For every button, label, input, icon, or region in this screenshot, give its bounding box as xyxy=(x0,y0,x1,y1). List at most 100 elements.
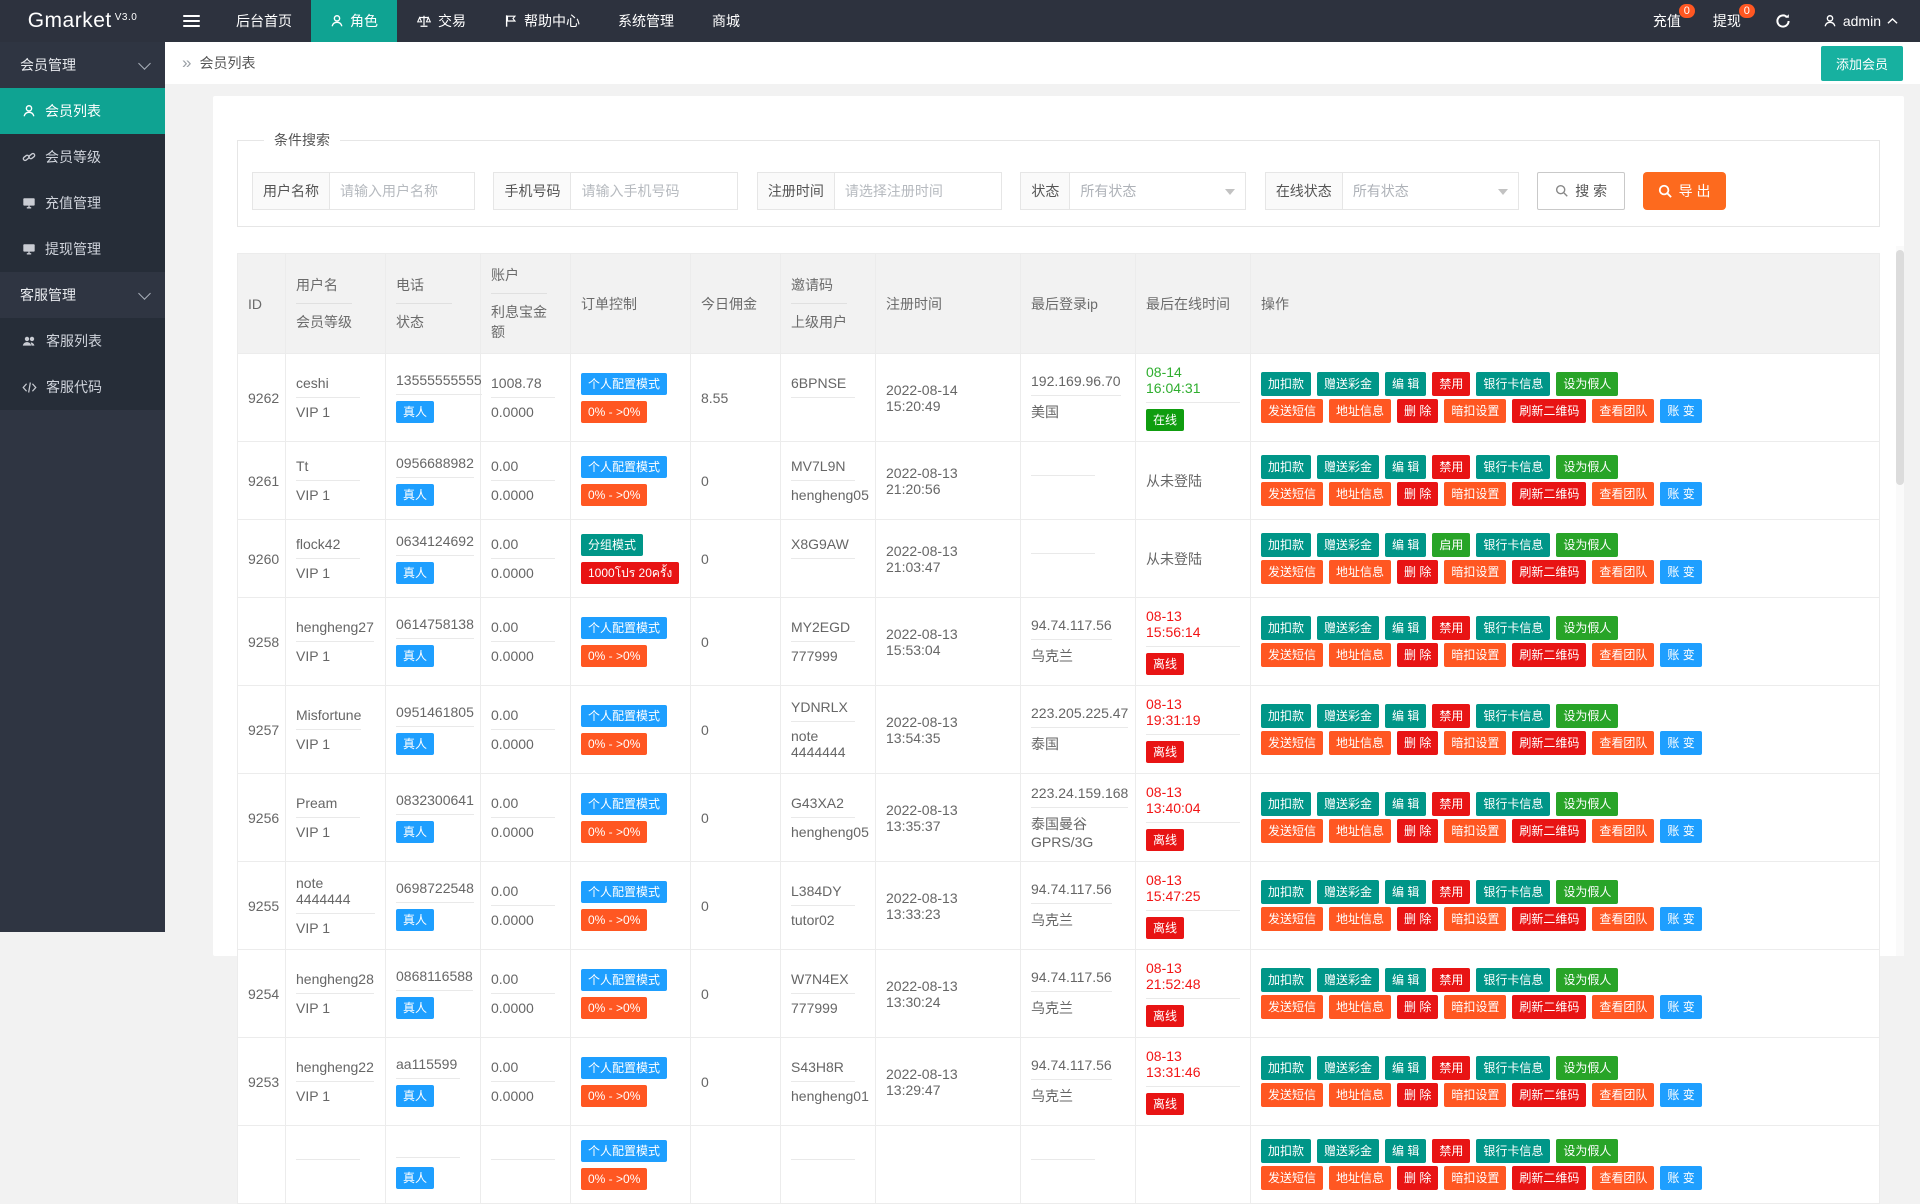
action-delete[interactable]: 删 除 xyxy=(1397,731,1438,755)
action-hidden-deduction[interactable]: 暗扣设置 xyxy=(1444,399,1506,423)
action-set-fake-user[interactable]: 设为假人 xyxy=(1556,533,1618,557)
action-send-sms[interactable]: 发送短信 xyxy=(1261,731,1323,755)
action-gift-bonus[interactable]: 赠送彩金 xyxy=(1317,1056,1379,1080)
action-bank-card-info[interactable]: 银行卡信息 xyxy=(1476,455,1550,479)
action-view-team[interactable]: 查看团队 xyxy=(1592,1083,1654,1107)
action-gift-bonus[interactable]: 赠送彩金 xyxy=(1317,880,1379,904)
nav-item-system[interactable]: 系统管理 xyxy=(599,0,693,42)
action-send-sms[interactable]: 发送短信 xyxy=(1261,819,1323,843)
action-address-info[interactable]: 地址信息 xyxy=(1329,1166,1391,1190)
action-toggle-status[interactable]: 禁用 xyxy=(1432,880,1470,904)
sidebar-item-member-level[interactable]: 会员等级 xyxy=(0,134,165,180)
action-gift-bonus[interactable]: 赠送彩金 xyxy=(1317,1139,1379,1163)
action-bank-card-info[interactable]: 银行卡信息 xyxy=(1476,792,1550,816)
action-delete[interactable]: 删 除 xyxy=(1397,1083,1438,1107)
action-adjust-balance[interactable]: 加扣款 xyxy=(1261,533,1311,557)
action-delete[interactable]: 删 除 xyxy=(1397,482,1438,506)
action-account-change[interactable]: 账 变 xyxy=(1660,482,1701,506)
action-address-info[interactable]: 地址信息 xyxy=(1329,995,1391,1019)
action-account-change[interactable]: 账 变 xyxy=(1660,399,1701,423)
action-hidden-deduction[interactable]: 暗扣设置 xyxy=(1444,995,1506,1019)
action-edit[interactable]: 编 辑 xyxy=(1385,704,1426,728)
online-status-filter-select[interactable]: 所有状态 xyxy=(1343,172,1519,210)
action-refresh-qrcode[interactable]: 刷新二维码 xyxy=(1512,907,1586,931)
action-delete[interactable]: 删 除 xyxy=(1397,907,1438,931)
action-set-fake-user[interactable]: 设为假人 xyxy=(1556,1056,1618,1080)
action-send-sms[interactable]: 发送短信 xyxy=(1261,399,1323,423)
action-edit[interactable]: 编 辑 xyxy=(1385,792,1426,816)
action-edit[interactable]: 编 辑 xyxy=(1385,1139,1426,1163)
action-view-team[interactable]: 查看团队 xyxy=(1592,819,1654,843)
action-view-team[interactable]: 查看团队 xyxy=(1592,1166,1654,1190)
action-set-fake-user[interactable]: 设为假人 xyxy=(1556,968,1618,992)
action-hidden-deduction[interactable]: 暗扣设置 xyxy=(1444,560,1506,584)
action-edit[interactable]: 编 辑 xyxy=(1385,880,1426,904)
action-hidden-deduction[interactable]: 暗扣设置 xyxy=(1444,819,1506,843)
action-adjust-balance[interactable]: 加扣款 xyxy=(1261,968,1311,992)
action-bank-card-info[interactable]: 银行卡信息 xyxy=(1476,533,1550,557)
action-gift-bonus[interactable]: 赠送彩金 xyxy=(1317,792,1379,816)
action-refresh-qrcode[interactable]: 刷新二维码 xyxy=(1512,1166,1586,1190)
action-bank-card-info[interactable]: 银行卡信息 xyxy=(1476,880,1550,904)
action-delete[interactable]: 删 除 xyxy=(1397,995,1438,1019)
regtime-filter-input[interactable] xyxy=(835,172,1002,210)
action-toggle-status[interactable]: 禁用 xyxy=(1432,372,1470,396)
action-set-fake-user[interactable]: 设为假人 xyxy=(1556,455,1618,479)
action-hidden-deduction[interactable]: 暗扣设置 xyxy=(1444,907,1506,931)
action-address-info[interactable]: 地址信息 xyxy=(1329,399,1391,423)
table-scrollbar-thumb[interactable] xyxy=(1896,250,1904,485)
nav-item-mall[interactable]: 商城 xyxy=(693,0,759,42)
action-refresh-qrcode[interactable]: 刷新二维码 xyxy=(1512,482,1586,506)
action-hidden-deduction[interactable]: 暗扣设置 xyxy=(1444,1083,1506,1107)
action-bank-card-info[interactable]: 银行卡信息 xyxy=(1476,704,1550,728)
action-delete[interactable]: 删 除 xyxy=(1397,399,1438,423)
action-adjust-balance[interactable]: 加扣款 xyxy=(1261,1139,1311,1163)
withdraw-button[interactable]: 提现 0 xyxy=(1697,0,1757,42)
menu-toggle-button[interactable] xyxy=(165,0,217,42)
action-account-change[interactable]: 账 变 xyxy=(1660,643,1701,667)
action-address-info[interactable]: 地址信息 xyxy=(1329,819,1391,843)
action-delete[interactable]: 删 除 xyxy=(1397,643,1438,667)
action-gift-bonus[interactable]: 赠送彩金 xyxy=(1317,533,1379,557)
action-set-fake-user[interactable]: 设为假人 xyxy=(1556,1139,1618,1163)
nav-item-dashboard[interactable]: 后台首页 xyxy=(217,0,311,42)
action-hidden-deduction[interactable]: 暗扣设置 xyxy=(1444,1166,1506,1190)
action-account-change[interactable]: 账 变 xyxy=(1660,1166,1701,1190)
action-toggle-status[interactable]: 禁用 xyxy=(1432,455,1470,479)
action-gift-bonus[interactable]: 赠送彩金 xyxy=(1317,455,1379,479)
action-address-info[interactable]: 地址信息 xyxy=(1329,1083,1391,1107)
nav-item-roles[interactable]: 角色 xyxy=(311,0,397,42)
action-refresh-qrcode[interactable]: 刷新二维码 xyxy=(1512,819,1586,843)
action-view-team[interactable]: 查看团队 xyxy=(1592,731,1654,755)
action-set-fake-user[interactable]: 设为假人 xyxy=(1556,372,1618,396)
action-edit[interactable]: 编 辑 xyxy=(1385,455,1426,479)
action-toggle-status[interactable]: 禁用 xyxy=(1432,968,1470,992)
action-toggle-status[interactable]: 禁用 xyxy=(1432,1056,1470,1080)
action-view-team[interactable]: 查看团队 xyxy=(1592,995,1654,1019)
action-view-team[interactable]: 查看团队 xyxy=(1592,399,1654,423)
action-account-change[interactable]: 账 变 xyxy=(1660,907,1701,931)
action-refresh-qrcode[interactable]: 刷新二维码 xyxy=(1512,1083,1586,1107)
table-scrollbar[interactable] xyxy=(1896,246,1904,956)
action-edit[interactable]: 编 辑 xyxy=(1385,1056,1426,1080)
action-account-change[interactable]: 账 变 xyxy=(1660,819,1701,843)
action-view-team[interactable]: 查看团队 xyxy=(1592,907,1654,931)
action-send-sms[interactable]: 发送短信 xyxy=(1261,560,1323,584)
action-toggle-status[interactable]: 禁用 xyxy=(1432,704,1470,728)
action-refresh-qrcode[interactable]: 刷新二维码 xyxy=(1512,995,1586,1019)
export-button[interactable]: 导 出 xyxy=(1643,172,1726,210)
action-delete[interactable]: 删 除 xyxy=(1397,819,1438,843)
action-adjust-balance[interactable]: 加扣款 xyxy=(1261,616,1311,640)
recharge-button[interactable]: 充值 0 xyxy=(1637,0,1697,42)
action-toggle-status[interactable]: 禁用 xyxy=(1432,792,1470,816)
action-edit[interactable]: 编 辑 xyxy=(1385,616,1426,640)
action-refresh-qrcode[interactable]: 刷新二维码 xyxy=(1512,731,1586,755)
action-gift-bonus[interactable]: 赠送彩金 xyxy=(1317,616,1379,640)
action-address-info[interactable]: 地址信息 xyxy=(1329,560,1391,584)
action-adjust-balance[interactable]: 加扣款 xyxy=(1261,792,1311,816)
refresh-button[interactable] xyxy=(1757,0,1809,42)
action-bank-card-info[interactable]: 银行卡信息 xyxy=(1476,616,1550,640)
sidebar-item-recharge-management[interactable]: 充值管理 xyxy=(0,180,165,226)
action-delete[interactable]: 删 除 xyxy=(1397,560,1438,584)
add-member-button[interactable]: 添加会员 xyxy=(1821,46,1903,81)
